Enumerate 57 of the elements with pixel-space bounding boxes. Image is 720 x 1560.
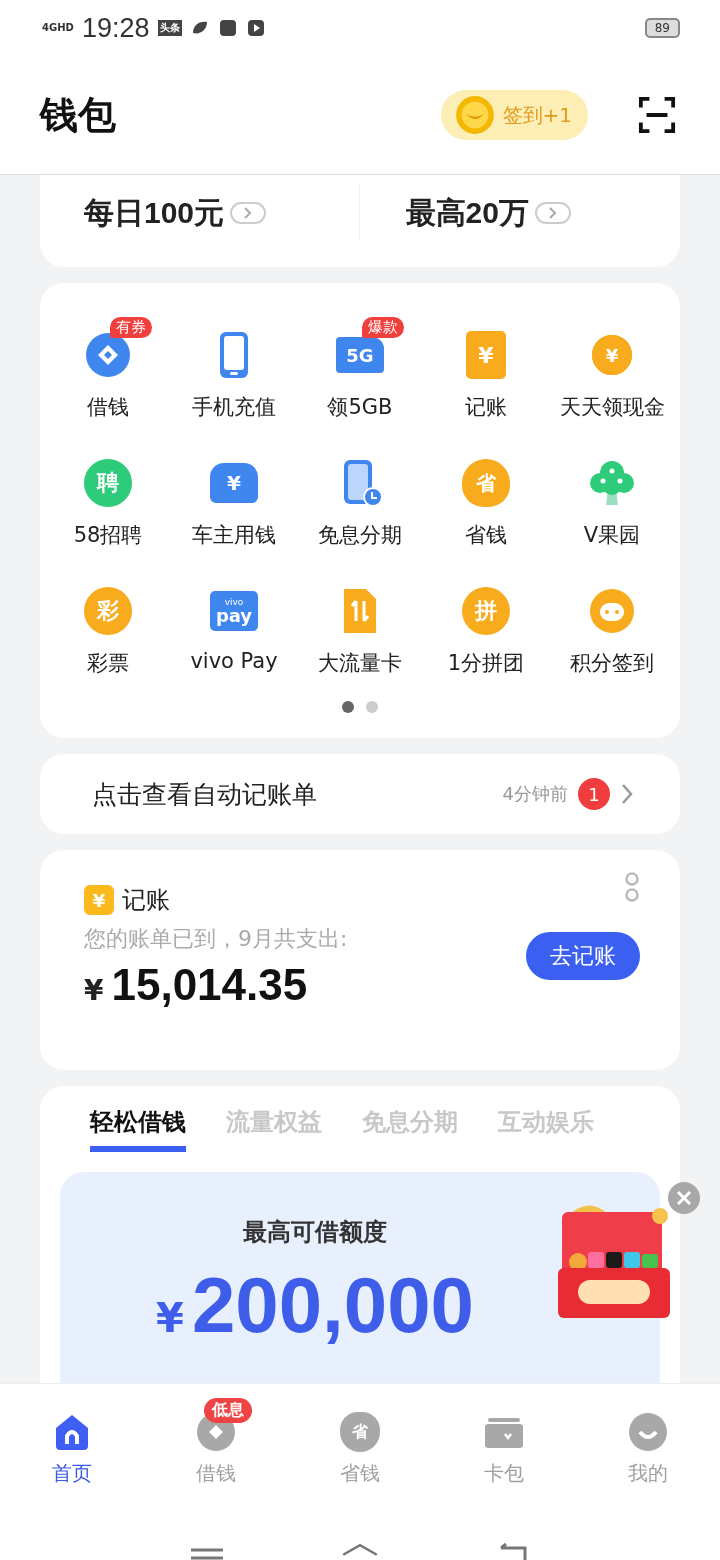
news-app-icon: 头条 — [157, 20, 182, 36]
nav-tab[interactable]: 低息 借钱 — [144, 1384, 288, 1520]
ledger-title: 记账 — [122, 885, 170, 916]
mascot-icon[interactable] — [588, 587, 636, 635]
stat-value[interactable]: 最高20万 — [405, 192, 529, 234]
service-label[interactable]: 手机充值 — [192, 393, 276, 421]
chevron-icon[interactable] — [534, 202, 571, 224]
promo-tag: 爆款 — [362, 317, 404, 338]
service-label[interactable]: 天天领现金 — [559, 393, 665, 421]
scan-icon[interactable] — [638, 96, 676, 134]
service-label[interactable]: 车主用钱 — [192, 521, 276, 549]
bill-message: 您的账单已到，9月共支出: — [84, 925, 349, 953]
loan-title: 最高可借额度 — [243, 1217, 387, 1248]
app-icon — [217, 18, 238, 38]
service-label[interactable]: 积分签到 — [570, 649, 654, 677]
pay-card-icon[interactable]: vivo pay — [210, 591, 258, 631]
money-bag-icon: 省 — [340, 1412, 380, 1452]
currency-symbol: ¥ — [84, 974, 104, 1007]
chevron-icon[interactable] — [230, 202, 267, 224]
service-label[interactable]: 领5GB — [327, 393, 393, 421]
clock: 19:28 — [82, 12, 150, 44]
unread-count: 1 — [578, 778, 610, 810]
auto-bill-title: 点击查看自动记账单 — [92, 778, 317, 811]
service-label[interactable]: 免息分期 — [318, 521, 402, 549]
service-label[interactable]: 记账 — [465, 393, 507, 421]
close-icon[interactable] — [668, 1182, 700, 1214]
service-label[interactable]: V果园 — [583, 521, 641, 549]
promo-tag: 低息 — [204, 1398, 252, 1423]
category-tab[interactable]: 轻松借钱 — [90, 1102, 186, 1152]
network-indicator: 4GHD — [42, 23, 74, 33]
service-label[interactable]: 彩票 — [87, 649, 129, 677]
play-icon — [245, 18, 266, 38]
more-icon[interactable] — [624, 871, 640, 903]
spending-amount: 15,014.35 — [111, 960, 308, 1010]
bill-time: 4分钟前 — [502, 782, 568, 806]
page-title: 钱包 — [40, 91, 116, 139]
tree-icon[interactable] — [588, 459, 636, 507]
service-label[interactable]: vivo Pay — [190, 649, 278, 673]
service-label[interactable]: 1分拼团 — [447, 649, 525, 677]
loan-amount: 200,000 — [191, 1260, 474, 1351]
battery-indicator: 89 — [644, 18, 680, 38]
nav-tab[interactable]: 首页 — [0, 1384, 144, 1520]
record-button[interactable]: 去记账 — [526, 932, 640, 980]
ledger-icon: ¥ — [84, 885, 114, 915]
service-label[interactable]: 省钱 — [465, 521, 507, 549]
profile-icon — [628, 1412, 668, 1452]
auto-bill-row[interactable]: 点击查看自动记账单 4分钟前 1 — [40, 754, 680, 834]
service-label[interactable]: 58招聘 — [73, 521, 143, 549]
car-icon[interactable]: ¥ — [210, 463, 258, 503]
service-label[interactable]: 借钱 — [87, 393, 129, 421]
chevron-icon — [620, 782, 634, 806]
promo-tag: 有券 — [110, 317, 152, 338]
currency-symbol: ¥ — [156, 1295, 184, 1341]
service-label[interactable]: 大流量卡 — [318, 649, 402, 677]
stat-value[interactable]: 每日100元 — [84, 192, 225, 234]
coin-icon — [454, 95, 495, 135]
sim-card-icon[interactable]: 5G — [336, 337, 384, 373]
